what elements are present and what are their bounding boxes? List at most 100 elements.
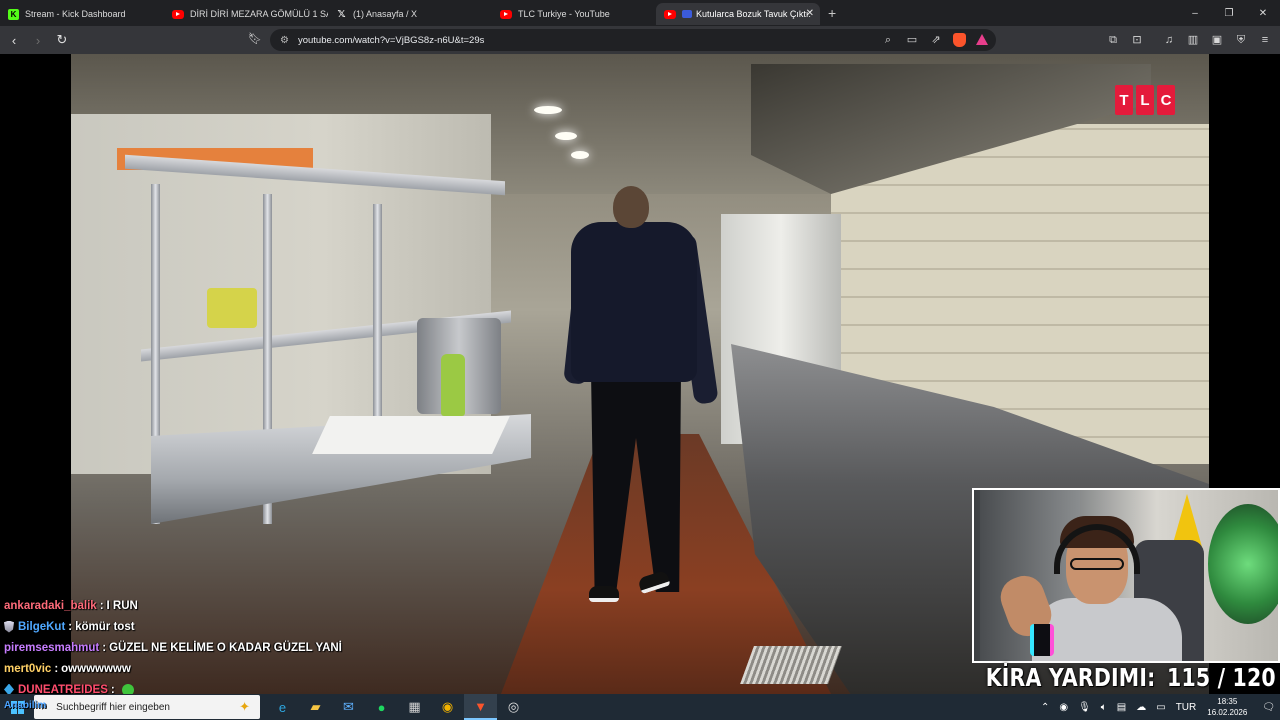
rent-goal-counter: KİRA YARDIMI: 115 / 120 xyxy=(986,660,1276,694)
tab-tlc-youtube[interactable]: TLC Turkiye - YouTube xyxy=(492,3,656,25)
copilot-highlight-icon[interactable]: ✦ xyxy=(239,699,250,715)
obs-taskbar-icon[interactable]: ◎ xyxy=(497,694,530,720)
mail-taskbar-icon[interactable]: ✉ xyxy=(332,694,365,720)
chat-separator: : xyxy=(54,662,59,675)
chrome-taskbar-icon[interactable]: ◉ xyxy=(431,694,464,720)
calculator-taskbar-icon[interactable]: ▦ xyxy=(398,694,431,720)
youtube-icon xyxy=(172,9,184,19)
cloud-icon[interactable]: ☁ xyxy=(1136,702,1146,713)
sidebar-icon[interactable]: ▥ xyxy=(1186,33,1200,47)
menu-icon[interactable]: ≡ xyxy=(1258,33,1272,47)
chat-separator: : xyxy=(68,620,73,633)
chat-username[interactable]: BilgeKut xyxy=(18,621,65,633)
chat-text: kömür tost xyxy=(75,620,135,633)
volume-icon[interactable]: 🔈︎ xyxy=(1101,702,1107,713)
bookmark-icon[interactable]: 🔖︎ xyxy=(248,32,262,46)
chat-separator: : xyxy=(99,599,104,612)
tab-title: Stream - Kick Dashboard xyxy=(25,9,126,19)
tab-x-home[interactable]: 𝕏 (1) Anasayfa / X xyxy=(328,3,492,25)
youtube-icon xyxy=(500,9,512,19)
rent-goal-count: 115 / 120 xyxy=(1167,662,1276,692)
close-window-button[interactable]: ✕ xyxy=(1246,0,1280,26)
chat-message: ankaradaki_balik: I RUN xyxy=(4,595,424,616)
brave-shields-icon[interactable] xyxy=(953,33,966,47)
brave-rewards-icon[interactable] xyxy=(976,34,988,45)
tlc-logo-letter: T xyxy=(1115,85,1133,115)
spotify-taskbar-icon[interactable]: ● xyxy=(365,694,398,720)
ceiling-light xyxy=(534,106,562,114)
floor-drain xyxy=(740,646,842,684)
file-explorer-taskbar-icon[interactable]: ▰ xyxy=(299,694,332,720)
notifications-icon[interactable]: 🗨︎ xyxy=(1262,702,1275,713)
search-placeholder[interactable]: Suchbegriff hier eingeben xyxy=(56,702,170,713)
picture-in-picture-icon xyxy=(682,10,692,18)
ceiling-light xyxy=(571,151,589,159)
browser-extension-icons: ⧉ ⊡ ♫ ▥ ▣ ⛨ ≡ xyxy=(1106,33,1272,47)
chat-message: piremsesmahmut: GÜZEL NE KELİME O KADAR G… xyxy=(4,637,424,658)
video-stage: T L C KİRA YARDIMI: 115 / 120 ankaradaki… xyxy=(0,54,1280,696)
oil-container xyxy=(207,288,257,328)
back-button[interactable]: ‹ xyxy=(4,30,24,50)
ceiling-light xyxy=(555,132,577,140)
sneaker xyxy=(589,586,619,602)
edge-taskbar-icon[interactable]: e xyxy=(266,694,299,720)
zoom-icon[interactable]: ⌕ xyxy=(881,33,895,47)
green-bottle xyxy=(441,354,465,416)
person-torso xyxy=(571,222,697,382)
wallet-icon[interactable]: ▣ xyxy=(1210,33,1224,47)
minimize-button[interactable]: – xyxy=(1178,0,1212,26)
window-controls: – ❐ ✕ xyxy=(1178,0,1280,26)
battery-icon[interactable]: ▭ xyxy=(1156,702,1165,713)
chat-message: mert0vic: owwwwwww xyxy=(4,658,424,679)
restore-button[interactable]: ❐ xyxy=(1212,0,1246,26)
brave-taskbar-icon[interactable]: ▼ xyxy=(464,694,497,720)
vpn-icon[interactable]: ⛨ xyxy=(1234,33,1248,47)
shield-badge-icon xyxy=(4,620,14,633)
new-tab-button[interactable]: + xyxy=(828,5,836,21)
network-icon[interactable]: ▤ xyxy=(1117,702,1126,713)
glasses xyxy=(1070,558,1124,570)
address-bar[interactable]: ⚙ youtube.com/watch?v=VjBGS8z-n6U&t=29s … xyxy=(270,29,996,51)
reload-button[interactable]: ↻ xyxy=(52,30,72,50)
media-icon[interactable]: ♫ xyxy=(1162,33,1176,47)
chat-text: GÜZEL NE KELİME O KADAR GÜZEL YANİ xyxy=(109,641,342,654)
chat-username[interactable]: ankaradaki_balik xyxy=(4,600,97,612)
chat-username[interactable]: piremsesmahmut xyxy=(4,642,99,654)
streamer-webcam xyxy=(972,488,1280,663)
tlc-logo: T L C xyxy=(1115,85,1175,115)
share-icon[interactable]: ⇗ xyxy=(929,33,943,47)
browser-toolbar: ‹ › ↻ 🔖︎ ⚙ youtube.com/watch?v=VjBGS8z-n… xyxy=(0,26,1280,54)
extensions-icon[interactable]: ⧉ xyxy=(1106,33,1120,47)
chat-overlay: ankaradaki_balik: I RUN BilgeKut: kömür tos… xyxy=(4,595,424,700)
x-icon: 𝕏 xyxy=(337,8,346,20)
tab-kick-dashboard[interactable]: K Stream - Kick Dashboard xyxy=(0,3,164,25)
cast-icon[interactable]: ▭ xyxy=(905,33,919,47)
close-tab-icon[interactable]: ✕ xyxy=(806,8,814,19)
tab-youtube-video-1[interactable]: DİRİ DİRİ MEZARA GÖMÜLÜ 1 SAAT xyxy=(164,3,328,25)
chat-text: owwwwwww xyxy=(61,662,131,675)
forward-button[interactable]: › xyxy=(28,30,48,50)
chat-separator: : xyxy=(102,641,107,654)
screenshot-icon[interactable]: ⊡ xyxy=(1130,33,1144,47)
address-bar-actions: ⌕ ▭ ⇗ xyxy=(881,33,988,47)
microphone-icon[interactable]: 🎙︎ xyxy=(1078,702,1091,713)
url-text[interactable]: youtube.com/watch?v=VjBGS8z-n6U&t=29s xyxy=(298,35,484,46)
rgb-microphone xyxy=(1030,624,1054,656)
site-info-icon[interactable]: ⚙ xyxy=(280,35,289,46)
chat-username[interactable]: mert0vic xyxy=(4,663,51,675)
tab-title: Kutularca Bozuk Tavuk Çıktı: xyxy=(696,9,811,19)
show-hidden-icons[interactable]: ⌃ xyxy=(1041,702,1049,713)
windows-taskbar: ⌕ Suchbegriff hier eingeben ✦ e ▰ ✉ ● ▦ ◉ ▼ ◎ ⌃… xyxy=(0,694,1280,720)
person-head xyxy=(613,186,649,228)
record-icon[interactable]: ◉ xyxy=(1059,702,1068,713)
tab-active-video[interactable]: Kutularca Bozuk Tavuk Çıktı: ✕ xyxy=(656,3,820,25)
rent-goal-label: KİRA YARDIMI: xyxy=(985,662,1156,692)
streamer-hoodie xyxy=(1032,598,1182,661)
tab-title: (1) Anasayfa / X xyxy=(353,9,418,19)
corner-overlay-label: Anabilim xyxy=(4,700,47,711)
tlc-logo-letter: L xyxy=(1136,85,1154,115)
taskbar-search-box[interactable]: ⌕ Suchbegriff hier eingeben ✦ xyxy=(34,695,260,719)
clock-date: 16.02.2026 xyxy=(1207,708,1248,717)
language-indicator[interactable]: TUR xyxy=(1176,702,1197,713)
taskbar-clock[interactable]: 18:35 16.02.2026 xyxy=(1207,696,1247,718)
